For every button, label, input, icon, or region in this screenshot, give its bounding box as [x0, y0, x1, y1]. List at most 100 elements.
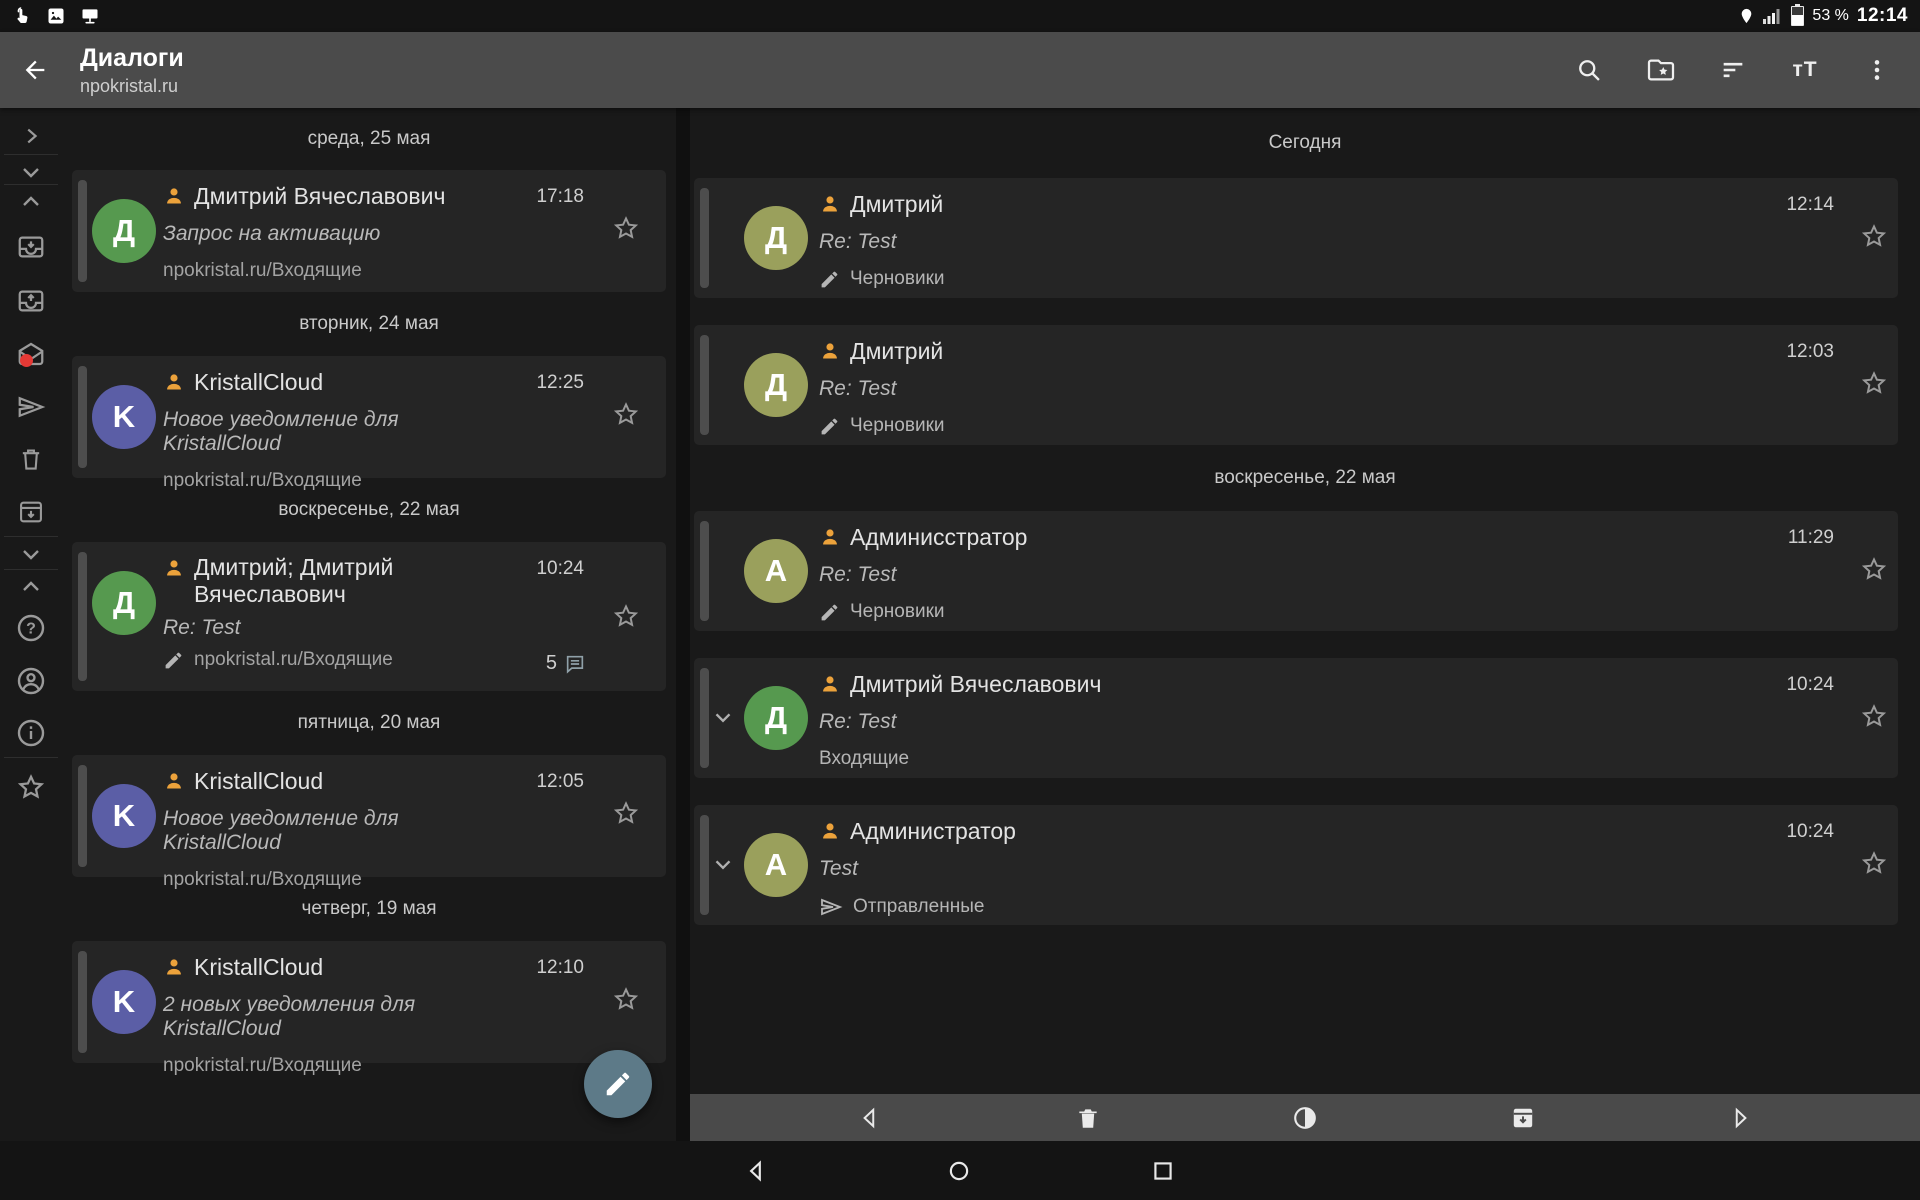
seen-toggle-icon: [1291, 1104, 1319, 1132]
star-button[interactable]: [1860, 555, 1888, 583]
expand-section-button[interactable]: [13, 188, 49, 216]
search-button[interactable]: [1568, 46, 1610, 94]
folder: Черновики: [850, 415, 945, 437]
star-button[interactable]: [612, 214, 640, 242]
date-header: пятница, 20 мая: [62, 691, 676, 755]
nav-home-button[interactable]: [929, 1141, 989, 1200]
message-time: 12:14: [1786, 194, 1834, 216]
collapse-message-button[interactable]: [710, 851, 736, 877]
subject: Test: [819, 857, 1748, 881]
status-bar: 53 % 12:14: [0, 0, 1920, 32]
message-card[interactable]: Д Дмитрий Re: Test Черновики 12:03: [694, 325, 1898, 445]
folder: Отправленные: [853, 896, 984, 918]
collapse-message-button[interactable]: [710, 704, 736, 730]
swipe-bar: [78, 180, 87, 282]
sender: Дмитрий Вячеславович: [194, 183, 445, 210]
info-button[interactable]: [13, 715, 49, 751]
unread-mail-icon: [16, 339, 46, 369]
arrow-left-icon: [21, 56, 49, 84]
home-icon: [946, 1158, 972, 1184]
chevron-down-icon: [19, 160, 43, 184]
message-card[interactable]: А Админисстратор Re: Test Черновики 11:2…: [694, 511, 1898, 631]
overflow-menu-button[interactable]: [1856, 46, 1898, 94]
message-card[interactable]: Д Дмитрий Вячеславович Re: Test Входящие…: [694, 658, 1898, 778]
collapse-section-2-button[interactable]: [13, 541, 49, 567]
text-size-button[interactable]: тТ: [1784, 46, 1826, 94]
date-header: воскресенье, 22 мая: [690, 445, 1920, 511]
compose-fab[interactable]: [584, 1050, 652, 1118]
chevron-right-icon: [20, 125, 42, 147]
swipe-bar: [700, 188, 709, 288]
message-time: 11:29: [1788, 527, 1834, 549]
date-header: вторник, 24 мая: [62, 292, 676, 356]
star-outline-icon: [1860, 369, 1888, 397]
message-time: 10:24: [1786, 674, 1834, 696]
swipe-bar: [700, 815, 709, 915]
account-button[interactable]: [13, 663, 49, 699]
star-button[interactable]: [1860, 222, 1888, 250]
archive-button[interactable]: [1503, 1098, 1543, 1138]
swipe-bar: [78, 765, 87, 867]
sidebar-item-archive[interactable]: [13, 494, 49, 530]
back-button[interactable]: [0, 32, 70, 108]
collapse-section-button[interactable]: [13, 158, 49, 186]
draft-pencil-icon: [163, 650, 184, 671]
starred-button[interactable]: [13, 769, 49, 805]
archive-icon: [1510, 1105, 1536, 1131]
notification-icons: [12, 6, 100, 26]
sidebar-item-sent[interactable]: [13, 389, 49, 425]
subject: Новое уведомление для KristallCloud: [163, 408, 516, 456]
sidebar-item-outbox[interactable]: [13, 283, 49, 319]
conversation-card[interactable]: Д Дмитрий Вячеславович Запрос на активац…: [72, 170, 666, 292]
contact-icon: [163, 371, 185, 393]
avatar: Д: [92, 199, 156, 263]
touch-icon: [12, 6, 32, 26]
star-button[interactable]: [1860, 702, 1888, 730]
delete-button[interactable]: [1068, 1098, 1108, 1138]
star-button[interactable]: [612, 602, 640, 630]
next-icon: [1727, 1105, 1753, 1131]
folder: Черновики: [850, 601, 945, 623]
help-button[interactable]: ?: [13, 610, 49, 646]
star-button[interactable]: [612, 400, 640, 428]
conversation-card[interactable]: K KristallCloud 2 новых уведомления для …: [72, 941, 666, 1063]
chevron-down-icon: [710, 704, 736, 730]
location-icon: [1738, 6, 1755, 26]
message-card[interactable]: А Администратор Test Отправленные 10:24: [694, 805, 1898, 925]
subject: Запрос на активацию: [163, 222, 516, 246]
star-outline-icon: [612, 400, 640, 428]
mark-seen-button[interactable]: [1285, 1098, 1325, 1138]
star-button[interactable]: [1860, 369, 1888, 397]
star-button[interactable]: [1860, 849, 1888, 877]
clock: 12:14: [1857, 5, 1908, 27]
expand-panel-button[interactable]: [13, 122, 49, 150]
date-header: среда, 25 мая: [62, 108, 676, 170]
folder: npokristal.ru/Входящие: [163, 1055, 362, 1077]
nav-recents-button[interactable]: [1133, 1141, 1193, 1200]
sidebar-item-trash[interactable]: [13, 441, 49, 477]
nav-back-button[interactable]: [726, 1141, 786, 1200]
sender: KristallCloud: [194, 768, 323, 795]
previous-conversation-button[interactable]: [850, 1098, 890, 1138]
next-conversation-button[interactable]: [1720, 1098, 1760, 1138]
sort-icon: [1719, 56, 1747, 84]
sort-button[interactable]: [1712, 46, 1754, 94]
conversation-card[interactable]: Д Дмитрий; Дмитрий Вячеславович Re: Test…: [72, 542, 666, 691]
conversation-card[interactable]: K KristallCloud Новое уведомление для Kr…: [72, 356, 666, 478]
svg-text:?: ?: [26, 621, 36, 638]
star-outline-icon: [1860, 702, 1888, 730]
sidebar-item-inbox[interactable]: [13, 229, 49, 265]
star-button[interactable]: [612, 799, 640, 827]
previous-icon: [857, 1105, 883, 1131]
draft-pencil-icon: [819, 602, 840, 623]
sidebar-item-unread[interactable]: [13, 336, 49, 372]
pane-divider[interactable]: [676, 108, 690, 1141]
chat-bubble-icon: [564, 653, 586, 675]
message-card[interactable]: Д Дмитрий Re: Test Черновики 12:14: [694, 178, 1898, 298]
folders-button[interactable]: [1640, 46, 1682, 94]
expand-section-2-button[interactable]: [13, 574, 49, 600]
avatar: Д: [744, 353, 808, 417]
star-button[interactable]: [612, 985, 640, 1013]
message-time: 12:03: [1786, 341, 1834, 363]
conversation-card[interactable]: K KristallCloud Новое уведомление для Kr…: [72, 755, 666, 877]
